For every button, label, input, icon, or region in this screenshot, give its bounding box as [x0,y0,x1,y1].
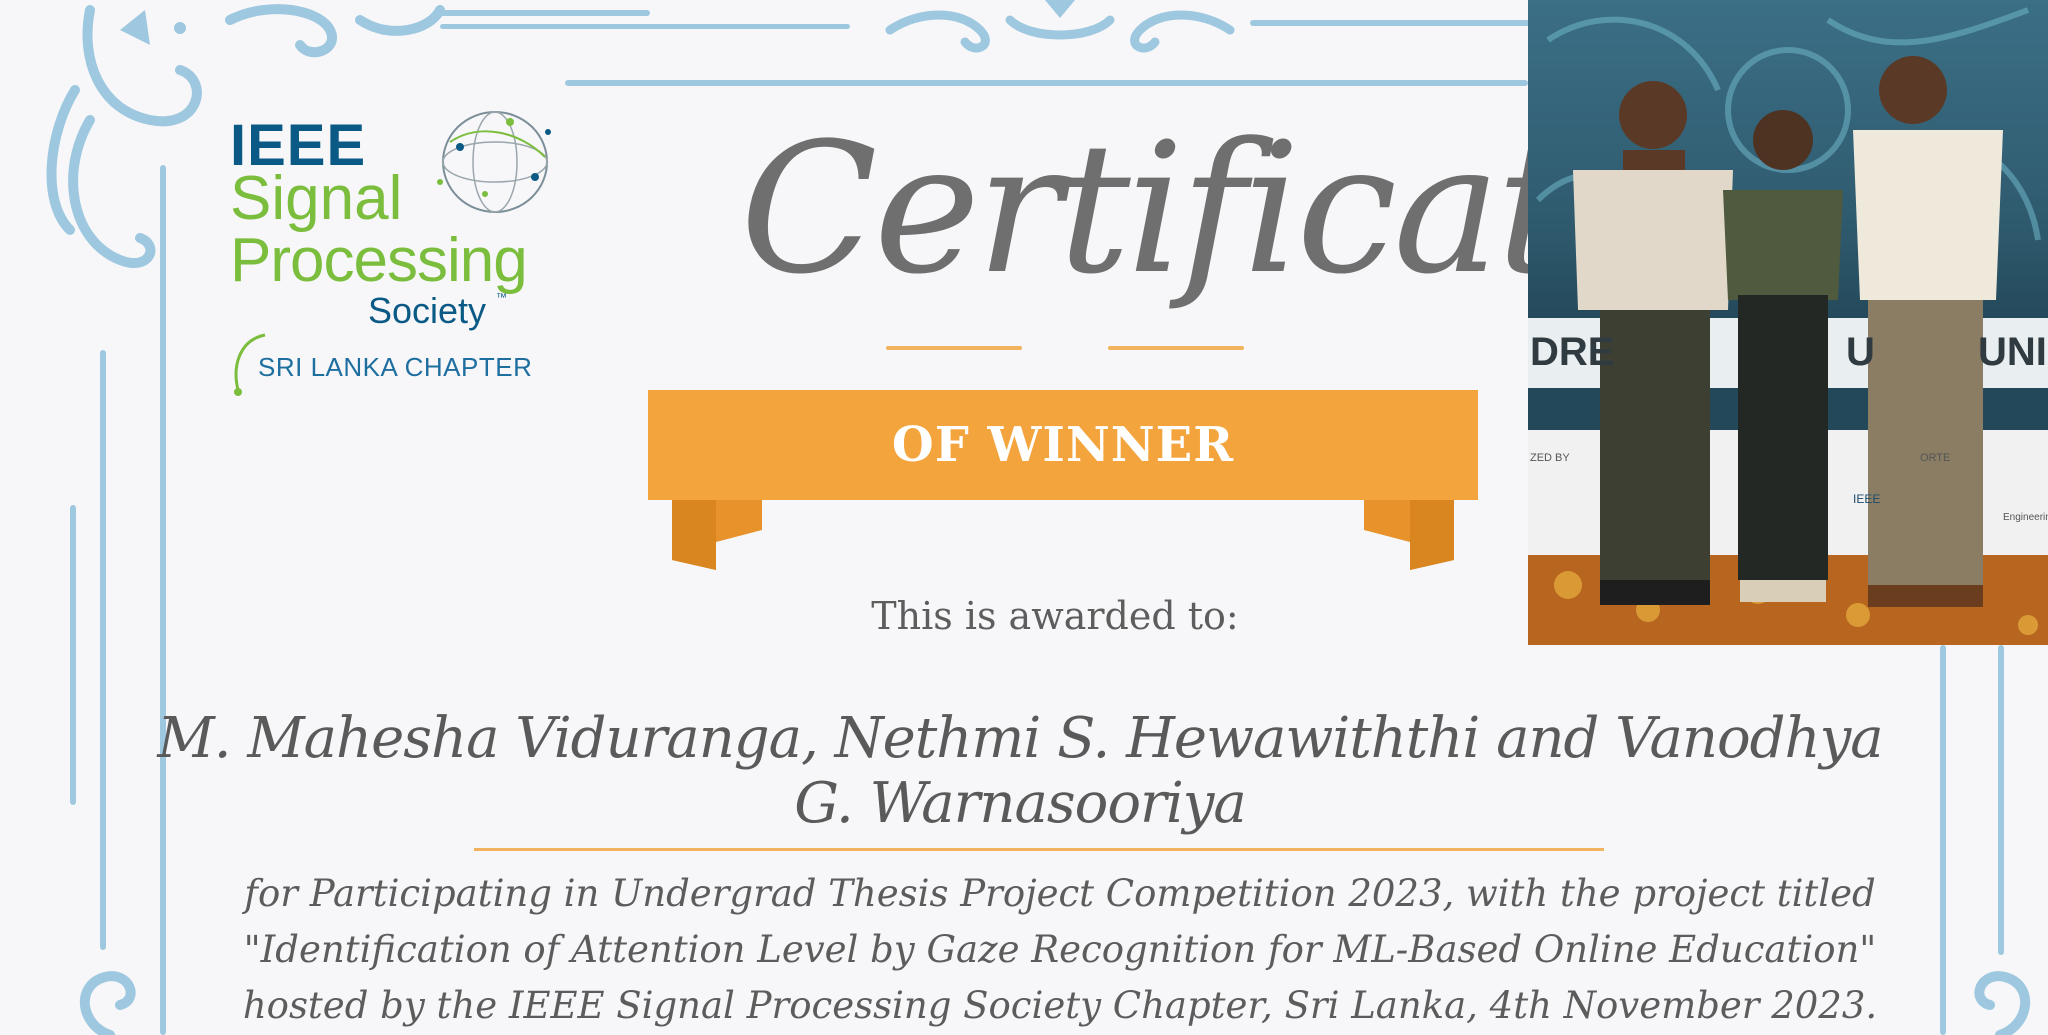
awarded-to-label: This is awarded to: [871,594,1239,638]
recipient-names: M. Mahesha Viduranga, Nethmi S. Hewawith… [157,706,1883,836]
logo-processing-text: Processing [230,226,528,295]
globe-icon [437,111,551,213]
ribbon-left-tail [672,500,762,570]
logo-chapter-text: SRI LANKA CHAPTER [258,352,533,382]
photo-banner-left-text: DRE [1530,330,1615,374]
photo-sponsor-text-3: IEEE [1853,492,1881,506]
certificate-title: Certificate [740,105,1671,314]
photo-sponsor-text-2: ORTE [1920,452,1951,464]
bottom-right-scroll-ornament [1974,971,2031,1035]
top-center-scroll-ornament [885,0,1235,53]
logo-society-text: Society [368,290,487,331]
border-inner-top-line [565,80,1528,86]
photo-banner-mid-text: U [1846,330,1875,374]
title-underline-right [1108,346,1244,350]
winners-photo-illustration [1528,7,2048,645]
bottom-left-scroll-ornament [79,971,136,1035]
logo-trademark: ™ [496,292,507,304]
winners-photo: DRE U UNI ZED BY ORTE IEEE Engineering [1528,0,2048,645]
border-left-outer-line [70,505,76,805]
photo-sponsor-text-4: Engineering [2003,512,2048,523]
photo-sponsor-text-1: ZED BY [1530,452,1570,464]
border-top-line-left [440,10,650,16]
border-top-line-right [1250,20,1530,26]
border-top-line-left-2 [440,24,850,29]
names-divider [474,848,1604,851]
ribbon-text: OF WINNER [891,417,1235,473]
photo-banner-right-text: UNI [1978,330,2047,374]
border-left-inner-line [100,350,106,950]
logo-signal-text: Signal [230,164,403,233]
ieee-sps-logo: IEEE Signal Processing Society ™ SRI LAN… [230,111,570,402]
winner-ribbon: OF WINNER [648,390,1478,500]
border-right-outer-line [1998,645,2004,955]
certificate-description: for Participating in Undergrad Thesis Pr… [242,872,1878,1027]
title-underline-left [886,346,1022,350]
border-right-frame-line [1940,645,1946,1035]
ribbon-right-tail [1364,500,1454,570]
